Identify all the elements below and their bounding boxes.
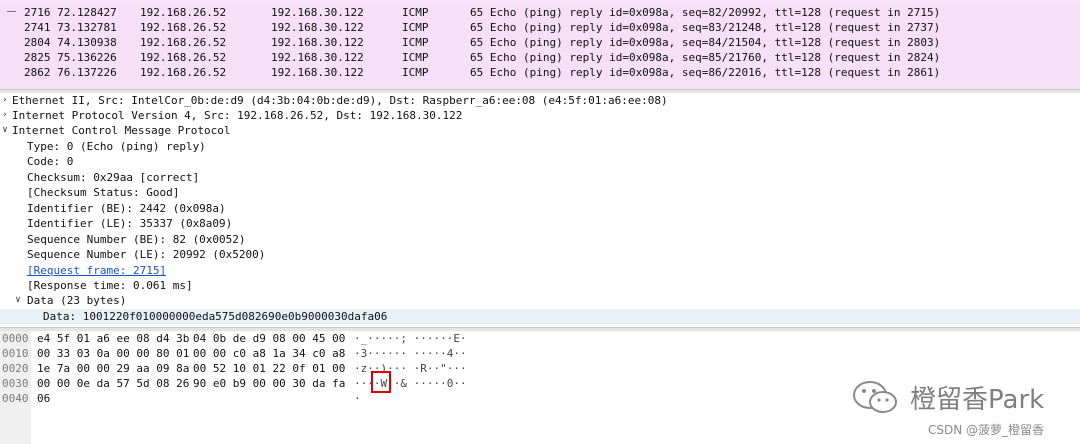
hex-bytes[interactable]: 06	[37, 391, 50, 406]
field-label: Sequence Number (LE): 20992 (0x5200)	[27, 248, 266, 261]
packet-destination: 192.168.30.122	[271, 36, 364, 49]
packet-info: 65 Echo (ping) reply id=0x098a, seq=86/2…	[470, 66, 941, 79]
packet-source: 192.168.26.52	[140, 51, 227, 64]
tree-node-data[interactable]: ∨ Data (23 bytes)	[0, 293, 1080, 308]
packet-source: 192.168.26.52	[140, 36, 227, 49]
field-label: Code: 0	[27, 155, 74, 168]
ascii-bytes[interactable]: ·	[354, 391, 361, 406]
tree-field[interactable]: [Request frame: 2715]	[0, 263, 1080, 278]
packet-row[interactable]: 2862 76.137226 192.168.26.52 192.168.30.…	[0, 65, 1080, 80]
wechat-logo-icon	[853, 381, 897, 413]
bytes-row: 0000 e4 5f 01 a6 ee 08 d4 3b 04 0b de d9…	[0, 331, 1080, 346]
tree-field[interactable]: Sequence Number (BE): 82 (0x0052)	[0, 232, 1080, 247]
byte-offset: 0030	[2, 377, 29, 390]
packet-no-time: 2804 74.130938	[24, 36, 117, 49]
hex-bytes[interactable]: e4 5f 01 a6 ee 08 d4 3b	[37, 331, 189, 346]
bytes-row: 0010 00 33 03 0a 00 00 80 01 00 00 c0 a8…	[0, 346, 1080, 361]
chevron-right-icon[interactable]: ›	[0, 93, 10, 108]
field-label: Identifier (LE): 35337 (0x8a09)	[27, 217, 233, 230]
field-label: Identifier (BE): 2442 (0x098a)	[27, 202, 226, 215]
watermark: 橙留香Park	[850, 377, 1044, 417]
packet-protocol: ICMP	[402, 6, 429, 19]
packet-row[interactable]: 2804 74.130938 192.168.26.52 192.168.30.…	[0, 35, 1080, 50]
packet-no-time: 2716 72.128427	[24, 6, 117, 19]
byte-offset: 0000	[2, 332, 29, 345]
ascii-bytes[interactable]: ·3······ ·····4··	[354, 346, 467, 361]
hex-bytes[interactable]: 1e 7a 00 00 29 aa 09 8a	[37, 361, 189, 376]
tree-field-selected[interactable]: Data: 1001220f010000000eda575d082690e0b9…	[0, 309, 1080, 324]
hex-bytes[interactable]: 00 33 03 0a 00 00 80 01	[37, 346, 189, 361]
bytes-row: 0020 1e 7a 00 00 29 aa 09 8a 00 52 10 01…	[0, 361, 1080, 376]
request-frame-link[interactable]: [Request frame: 2715]	[27, 263, 166, 278]
packet-info: 65 Echo (ping) reply id=0x098a, seq=83/2…	[470, 21, 941, 34]
field-label: Sequence Number (BE): 82 (0x0052)	[27, 233, 246, 246]
packet-no-time: 2825 75.136226	[24, 51, 117, 64]
tree-field[interactable]: Checksum: 0x29aa [correct]	[0, 170, 1080, 185]
highlight-annotation-box	[371, 371, 391, 393]
chevron-down-icon[interactable]: ∨	[13, 293, 23, 308]
packet-source: 192.168.26.52	[140, 66, 227, 79]
packet-protocol: ICMP	[402, 51, 429, 64]
field-label: [Response time: 0.061 ms]	[27, 279, 193, 292]
packet-info: 65 Echo (ping) reply id=0x098a, seq=84/2…	[470, 36, 941, 49]
tree-node-ip[interactable]: › Internet Protocol Version 4, Src: 192.…	[0, 108, 1080, 123]
packet-destination: 192.168.30.122	[271, 21, 364, 34]
packet-protocol: ICMP	[402, 66, 429, 79]
packet-list[interactable]: 2716 72.128427 192.168.26.52 192.168.30.…	[0, 0, 1080, 90]
tree-field[interactable]: Code: 0	[0, 154, 1080, 169]
tree-label: Data (23 bytes)	[27, 294, 127, 307]
packet-info: 65 Echo (ping) reply id=0x098a, seq=85/2…	[470, 51, 941, 64]
field-label: Checksum: 0x29aa [correct]	[27, 171, 200, 184]
tree-node-icmp[interactable]: ∨ Internet Control Message Protocol	[0, 123, 1080, 138]
packet-destination: 192.168.30.122	[271, 6, 364, 19]
packet-protocol: ICMP	[402, 21, 429, 34]
tree-node-ethernet[interactable]: › Ethernet II, Src: IntelCor_0b:de:d9 (d…	[0, 93, 1080, 108]
hex-bytes[interactable]: 00 00 c0 a8 1a 34 c0 a8	[193, 346, 345, 361]
tree-field[interactable]: Sequence Number (LE): 20992 (0x5200)	[0, 247, 1080, 262]
data-value-label: Data: 1001220f010000000eda575d082690e0b9…	[43, 310, 388, 323]
packet-protocol: ICMP	[402, 36, 429, 49]
packet-no-time: 2741 73.132781	[24, 21, 117, 34]
tree-field[interactable]: Type: 0 (Echo (ping) reply)	[0, 139, 1080, 154]
packet-source: 192.168.26.52	[140, 6, 227, 19]
ascii-bytes[interactable]: ·_·····; ······E·	[354, 331, 467, 346]
related-packet-marker	[7, 11, 16, 12]
chevron-right-icon[interactable]: ›	[0, 108, 10, 123]
tree-field[interactable]: [Response time: 0.061 ms]	[0, 278, 1080, 293]
hex-bytes[interactable]: 90 e0 b9 00 00 30 da fa	[193, 376, 345, 391]
packet-details-tree[interactable]: › Ethernet II, Src: IntelCor_0b:de:d9 (d…	[0, 93, 1080, 327]
byte-offset: 0040	[2, 392, 29, 405]
tree-field[interactable]: Identifier (BE): 2442 (0x098a)	[0, 201, 1080, 216]
tree-label: Ethernet II, Src: IntelCor_0b:de:d9 (d4:…	[12, 94, 668, 107]
field-label: [Checksum Status: Good]	[27, 186, 180, 199]
byte-offset: 0010	[2, 347, 29, 360]
watermark-text: 橙留香Park	[910, 385, 1045, 415]
packet-no-time: 2862 76.137226	[24, 66, 117, 79]
tree-field[interactable]: [Checksum Status: Good]	[0, 185, 1080, 200]
tree-label: Internet Protocol Version 4, Src: 192.16…	[12, 109, 463, 122]
byte-offset: 0020	[2, 362, 29, 375]
csdn-attribution: CSDN @菠萝_橙留香	[928, 423, 1045, 437]
packet-source: 192.168.26.52	[140, 21, 227, 34]
tree-label: Internet Control Message Protocol	[12, 124, 231, 137]
packet-destination: 192.168.30.122	[271, 51, 364, 64]
hex-bytes[interactable]: 00 52 10 01 22 0f 01 00	[193, 361, 345, 376]
chevron-down-icon[interactable]: ∨	[0, 123, 10, 138]
tree-field[interactable]: Identifier (LE): 35337 (0x8a09)	[0, 216, 1080, 231]
packet-row[interactable]: 2741 73.132781 192.168.26.52 192.168.30.…	[0, 20, 1080, 35]
packet-destination: 192.168.30.122	[271, 66, 364, 79]
packet-info: 65 Echo (ping) reply id=0x098a, seq=82/2…	[470, 6, 941, 19]
packet-row[interactable]: 2825 75.136226 192.168.26.52 192.168.30.…	[0, 50, 1080, 65]
hex-bytes[interactable]: 04 0b de d9 08 00 45 00	[193, 331, 345, 346]
packet-row[interactable]: 2716 72.128427 192.168.26.52 192.168.30.…	[0, 5, 1080, 20]
field-label: Type: 0 (Echo (ping) reply)	[27, 140, 206, 153]
hex-bytes[interactable]: 00 00 0e da 57 5d 08 26	[37, 376, 189, 391]
